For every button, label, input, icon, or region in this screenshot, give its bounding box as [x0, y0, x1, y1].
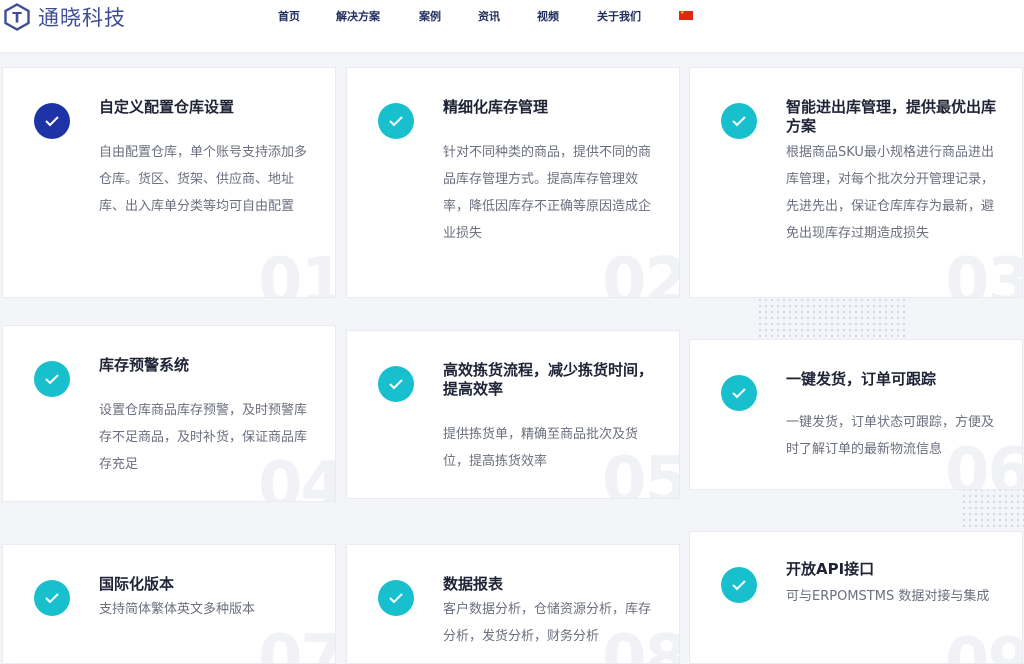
- site-logo[interactable]: T 通晓科技: [3, 2, 126, 32]
- logo-hexagon-icon: T: [4, 3, 30, 31]
- feature-description: 可与ERPOMSTMS 数据对接与集成: [786, 589, 990, 604]
- feature-description: 针对不同种类的商品，提供不同的商品库存管理方式。提高库存管理效率，降低因库存不正…: [443, 145, 652, 241]
- feature-number: 03: [944, 245, 1023, 298]
- feature-number: 05: [601, 444, 680, 499]
- feature-card: 一键发货，订单可跟踪 一键发货，订单状态可跟踪，方便及时了解订单的最新物流信息 …: [689, 339, 1023, 490]
- feature-number: 04: [257, 449, 336, 502]
- check-circle-icon: [721, 103, 757, 139]
- feature-card: 自定义配置仓库设置 自由配置仓库，单个账号支持添加多仓库。货区、货架、供应商、地…: [2, 67, 336, 298]
- svg-text:T: T: [12, 11, 22, 27]
- feature-title: 国际化版本: [99, 575, 175, 593]
- feature-description: 自由配置仓库，单个账号支持添加多仓库。货区、货架、供应商、地址库、出入库单分类等…: [99, 145, 308, 214]
- china-flag-icon[interactable]: ★: [679, 11, 693, 20]
- feature-card: 数据报表 客户数据分析，仓储资源分析，库存分析，发货分析，财务分析 08: [346, 544, 680, 664]
- feature-number: 02: [601, 245, 680, 298]
- feature-title: 一键发货，订单可跟踪: [786, 370, 937, 388]
- feature-number: 07: [257, 622, 336, 664]
- nav-solutions[interactable]: 解决方案: [336, 8, 380, 24]
- check-circle-icon: [721, 567, 757, 603]
- nav-news[interactable]: 资讯: [478, 8, 500, 24]
- feature-description: 根据商品SKU最小规格进行商品进出库管理，对每个批次分开管理记录，先进先出，保证…: [786, 145, 995, 241]
- feature-card: 高效拣货流程，减少拣货时间，提高效率 提供拣货单，精确至商品批次及货位，提高拣货…: [346, 330, 680, 499]
- dot-pattern-decoration: [758, 298, 908, 340]
- feature-title: 精细化库存管理: [443, 98, 549, 116]
- feature-description: 支持简体繁体英文多种版本: [99, 602, 256, 617]
- dot-pattern-decoration: [962, 488, 1024, 530]
- feature-number: 09: [944, 625, 1023, 664]
- feature-card: 库存预警系统 设置仓库商品库存预警，及时预警库存不足商品，及时补货，保证商品库存…: [2, 325, 336, 502]
- feature-number: 06: [944, 435, 1023, 490]
- check-circle-icon: [34, 103, 70, 139]
- feature-title: 智能进出库管理，提供最优出库方案: [786, 98, 997, 135]
- nav-videos[interactable]: 视频: [537, 8, 559, 24]
- feature-card: 精细化库存管理 针对不同种类的商品，提供不同的商品库存管理方式。提高库存管理效率…: [346, 67, 680, 298]
- feature-title: 数据报表: [443, 575, 504, 593]
- nav-about-us[interactable]: 关于我们: [597, 8, 641, 24]
- feature-number: 08: [601, 622, 680, 664]
- check-circle-icon: [34, 361, 70, 397]
- check-circle-icon: [378, 103, 414, 139]
- feature-title: 高效拣货流程，减少拣货时间，提高效率: [443, 361, 654, 398]
- feature-card: 智能进出库管理，提供最优出库方案 根据商品SKU最小规格进行商品进出库管理，对每…: [689, 67, 1023, 298]
- feature-card: 国际化版本 支持简体繁体英文多种版本 07: [2, 544, 336, 664]
- feature-title: 开放API接口: [786, 560, 875, 578]
- check-circle-icon: [378, 366, 414, 402]
- feature-number: 01: [257, 245, 336, 298]
- check-circle-icon: [721, 375, 757, 411]
- feature-title: 自定义配置仓库设置: [99, 98, 235, 116]
- nav-home[interactable]: 首页: [278, 8, 300, 24]
- feature-card: 开放API接口 可与ERPOMSTMS 数据对接与集成 09: [689, 531, 1023, 664]
- nav-cases[interactable]: 案例: [419, 8, 441, 24]
- top-header: T 通晓科技 首页 解决方案 案例 资讯 视频 关于我们 ★: [0, 0, 1024, 52]
- feature-title: 库存预警系统: [99, 356, 190, 374]
- check-circle-icon: [34, 580, 70, 616]
- check-circle-icon: [378, 580, 414, 616]
- logo-text: 通晓科技: [38, 6, 126, 30]
